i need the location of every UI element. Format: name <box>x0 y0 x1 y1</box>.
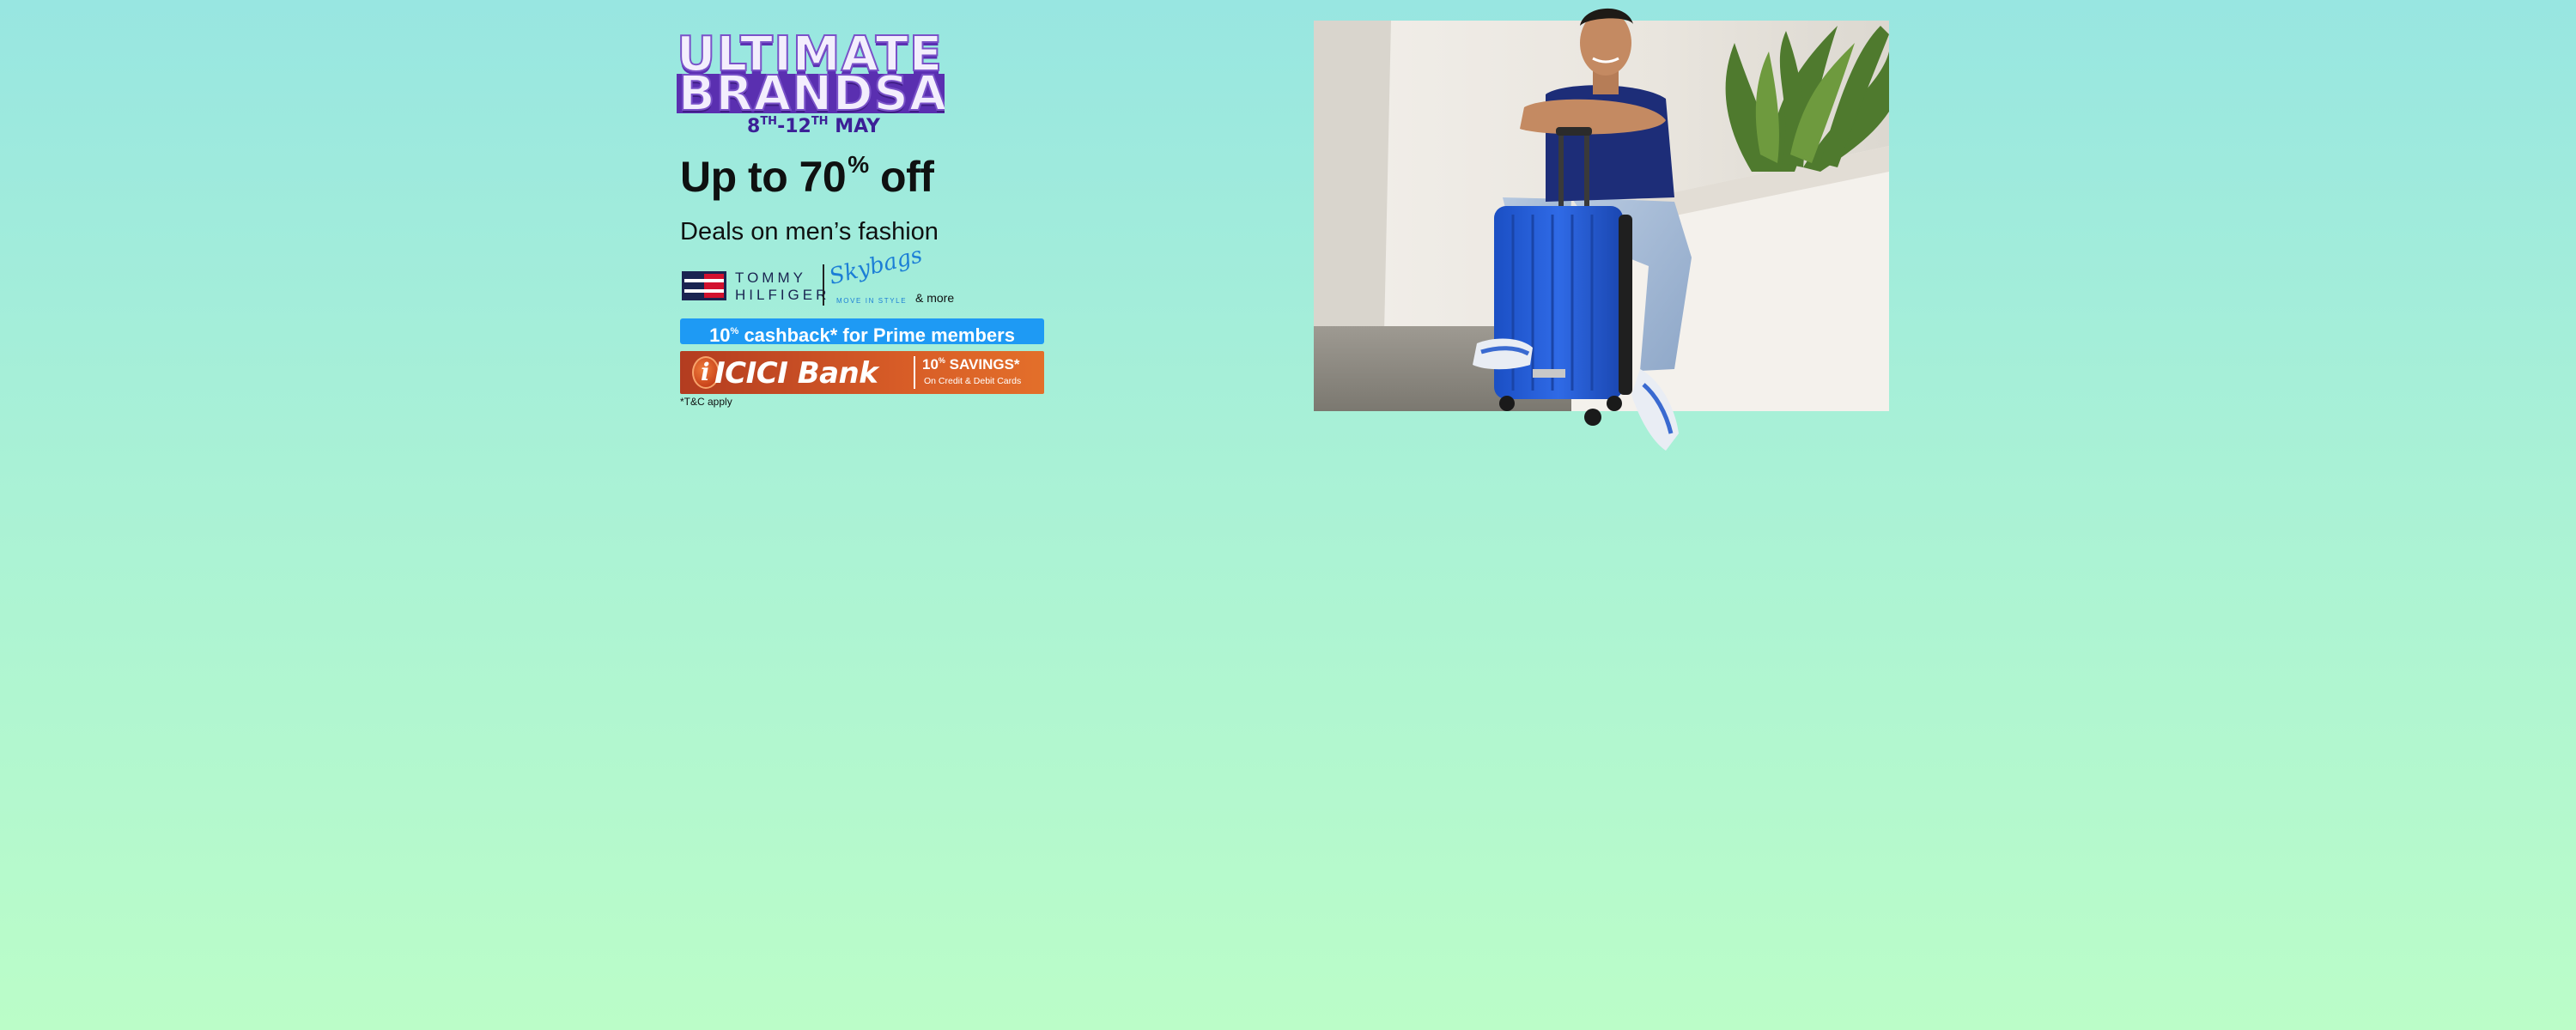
headline-prefix: Up to 70 <box>680 153 847 201</box>
savings-text: SAVINGS* <box>945 356 1020 373</box>
bank-savings: 10% SAVINGS* <box>922 356 1020 373</box>
cashback-text: cashback* for Prime members <box>738 324 1015 346</box>
sale-dates: 8TH-12TH MAY <box>747 115 880 137</box>
date-end: -12 <box>777 116 811 137</box>
prime-cashback-badge: 10% cashback* for Prime members <box>680 318 1044 346</box>
discount-headline: Up to 70% off <box>680 151 934 202</box>
and-more-label: & more <box>915 291 955 305</box>
terms-note: *T&C apply <box>680 396 732 408</box>
icici-logo-letter: i <box>701 358 710 386</box>
bank-cards-note: On Credit & Debit Cards <box>924 376 1022 386</box>
cashback-percent: % <box>730 326 739 336</box>
icici-bank-name: ICICI Bank <box>714 356 878 391</box>
savings-value: 10 <box>922 356 939 373</box>
ultimate-brand-sale-logo: ULTIMATE BRANDSALE 8TH-12TH MAY <box>676 27 945 142</box>
cashback-value: 10 <box>709 324 731 346</box>
deals-subheading: Deals on men’s fashion <box>680 218 939 245</box>
tommy-hilfiger-flag-icon <box>682 271 726 300</box>
bank-offer-divider <box>914 356 915 389</box>
headline-suffix: off <box>868 153 934 201</box>
brand-divider <box>823 264 824 306</box>
date-start: 8 <box>747 116 761 137</box>
skybags-wordmark: Skybags <box>826 242 926 290</box>
tommy-hilfiger-wordmark: TOMMY HILFIGER <box>735 270 830 303</box>
skybags-tagline: MOVE IN STYLE <box>836 297 908 305</box>
sale-logo-line1: ULTIMATE <box>676 27 944 82</box>
headline-percent: % <box>848 151 869 178</box>
icici-bank-offer: i ICICI Bank 10% SAVINGS* On Credit & De… <box>680 351 1044 394</box>
sale-logo-line2: BRANDSALE <box>677 74 945 113</box>
savings-percent: % <box>938 356 945 365</box>
promo-banner[interactable]: ULTIMATE BRANDSALE 8TH-12TH MAY Up to 70… <box>0 0 2576 1030</box>
hero-image <box>1314 8 1889 451</box>
date-end-suffix: TH <box>811 115 829 128</box>
date-start-suffix: TH <box>760 115 778 128</box>
date-month: MAY <box>828 116 880 137</box>
